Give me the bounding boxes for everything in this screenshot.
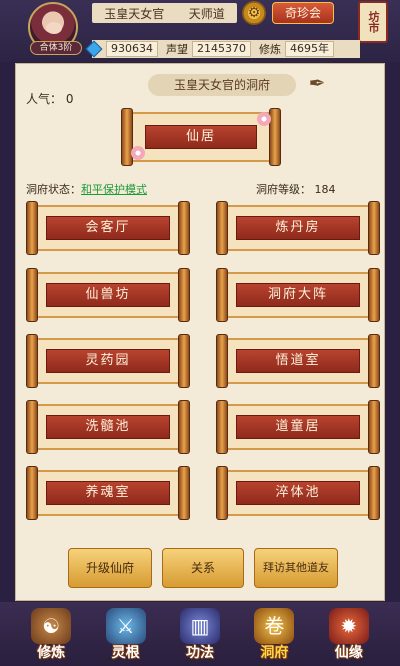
nav-spirit-root[interactable]: ⚔ 灵根 <box>98 604 154 662</box>
book-icon: ▥ <box>179 608 220 644</box>
scroll-rod-right <box>178 201 190 255</box>
sword-icon: ⚔ <box>105 608 146 644</box>
monk-icon: ☯ <box>31 608 72 644</box>
spirit-stone-icon <box>85 40 103 58</box>
nav-cave-mansion[interactable]: 卷 洞府 <box>246 604 302 662</box>
scroll-rod-left <box>216 268 228 322</box>
nav-label: 灵根 <box>111 645 140 661</box>
scroll-rod-left <box>26 334 38 388</box>
scroll-rod-left <box>216 201 228 255</box>
bottom-nav: ☯ 修炼 ⚔ 灵根 ▥ 功法 卷 洞府 ✹ 仙缘 <box>0 602 400 666</box>
level-value: 184 <box>314 183 336 196</box>
nav-label: 功法 <box>185 645 214 661</box>
room-label: 灵药园 <box>45 349 171 373</box>
room-scroll-grand-array[interactable]: 洞府大阵 <box>216 268 380 322</box>
nav-label: 洞府 <box>260 645 289 661</box>
scroll-rod-left <box>26 400 38 454</box>
player-name: 玉皇天女官 <box>104 6 165 21</box>
gear-icon[interactable]: ⚙ <box>242 1 266 25</box>
blossom-icon <box>257 112 271 126</box>
scroll-rod-left <box>26 268 38 322</box>
reputation-value: 2145370 <box>192 41 251 57</box>
room-scroll-reception[interactable]: 会客厅 <box>26 201 190 255</box>
scroll-rod-right <box>178 268 190 322</box>
room-label: 道童居 <box>235 415 361 439</box>
nav-label: 修炼 <box>37 645 66 661</box>
room-label: 淬体池 <box>235 481 361 505</box>
room-scroll-enlightenment[interactable]: 悟道室 <box>216 334 380 388</box>
visit-friends-button[interactable]: 拜访其他道友 <box>254 548 338 588</box>
resource-bar: 930634 声望 2145370 修炼 4695年 <box>85 40 360 58</box>
scroll-rod-left <box>26 466 38 520</box>
top-header: 合体3阶 玉皇天女官 天师道 ⚙ 奇珍会 坊市 930634 声望 214537… <box>0 0 400 62</box>
market-sign-button[interactable]: 坊市 <box>358 1 388 43</box>
reputation-label: 声望 <box>166 43 188 56</box>
scroll-rod-right <box>368 400 380 454</box>
status-label: 洞府状态： <box>26 183 81 196</box>
room-scroll-tempering-pool[interactable]: 淬体池 <box>216 466 380 520</box>
room-scroll-alchemy[interactable]: 炼丹房 <box>216 201 380 255</box>
nav-techniques[interactable]: ▥ 功法 <box>172 604 228 662</box>
treasure-fair-button[interactable]: 奇珍会 <box>272 2 334 24</box>
room-label: 会客厅 <box>45 216 171 240</box>
scroll-icon: 卷 <box>254 608 295 644</box>
room-label: 洗髓池 <box>45 415 171 439</box>
mansion-status: 洞府状态：和平保护模式 <box>26 181 147 197</box>
scroll-rod-left <box>216 400 228 454</box>
room-label: 洞府大阵 <box>235 283 361 307</box>
scroll-rod-left <box>216 466 228 520</box>
room-label: 养魂室 <box>45 481 171 505</box>
scroll-rod-right <box>178 400 190 454</box>
popularity-text: 人气： 0 <box>26 92 74 106</box>
nav-cultivate[interactable]: ☯ 修炼 <box>23 604 79 662</box>
nav-destiny[interactable]: ✹ 仙缘 <box>321 604 377 662</box>
blossom-icon <box>131 146 145 160</box>
level-label: 洞府等级： <box>256 183 311 196</box>
cave-mansion-panel: 玉皇天女官的洞府 ✒ 人气： 0 仙居 洞府状态：和平保护模式 洞府等级： 18… <box>15 63 385 601</box>
room-scroll-herb-garden[interactable]: 灵药园 <box>26 334 190 388</box>
upgrade-mansion-button[interactable]: 升级仙府 <box>68 548 152 588</box>
room-label: 仙兽坊 <box>45 283 171 307</box>
fire-icon: ✹ <box>328 608 369 644</box>
main-hall-scroll[interactable]: 仙居 <box>121 108 281 166</box>
scroll-rod-right <box>368 334 380 388</box>
scroll-rod-left <box>26 201 38 255</box>
quill-icon[interactable]: ✒ <box>304 70 330 96</box>
realm-badge: 合体3阶 <box>30 41 82 55</box>
relations-button[interactable]: 关系 <box>162 548 244 588</box>
scroll-rod-right <box>368 201 380 255</box>
scroll-rod-right <box>178 334 190 388</box>
scroll-rod-left <box>216 334 228 388</box>
name-plate: 玉皇天女官 天师道 <box>92 3 237 23</box>
scroll-rod-right <box>178 466 190 520</box>
cultivation-label: 修炼 <box>259 43 281 56</box>
spirit-stone-value: 930634 <box>106 41 158 57</box>
main-hall-label: 仙居 <box>145 125 257 149</box>
scroll-rod-left <box>121 108 133 166</box>
room-label: 悟道室 <box>235 349 361 373</box>
player-sect: 天师道 <box>188 6 225 21</box>
scroll-rod-right <box>368 268 380 322</box>
room-label: 炼丹房 <box>235 216 361 240</box>
panel-title: 玉皇天女官的洞府 <box>148 74 296 96</box>
mansion-level: 洞府等级： 184 <box>256 181 336 197</box>
room-scroll-beast-pavilion[interactable]: 仙兽坊 <box>26 268 190 322</box>
room-scroll-disciple-quarters[interactable]: 道童居 <box>216 400 380 454</box>
cultivation-value: 4695年 <box>285 41 334 57</box>
room-scroll-marrow-pool[interactable]: 洗髓池 <box>26 400 190 454</box>
scroll-rod-right <box>368 466 380 520</box>
nav-label: 仙缘 <box>334 645 363 661</box>
room-scroll-soul-chamber[interactable]: 养魂室 <box>26 466 190 520</box>
status-mode-link[interactable]: 和平保护模式 <box>81 183 147 196</box>
